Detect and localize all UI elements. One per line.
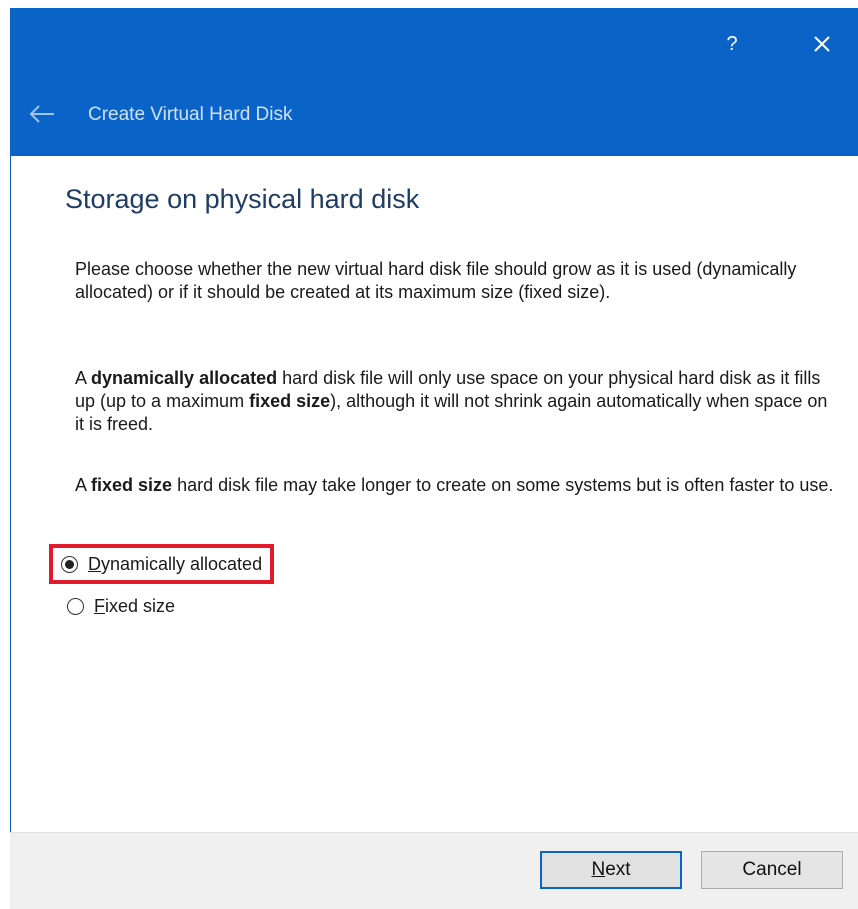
- next-label-rest: ext: [605, 859, 631, 880]
- title-bar: ? Create Virtual Hard Disk: [10, 8, 858, 156]
- radio-dot: [65, 559, 74, 569]
- description-paragraph-2: A dynamically allocated hard disk file w…: [75, 367, 835, 436]
- radio-label-fixed: Fixed size: [94, 596, 175, 617]
- cancel-button[interactable]: Cancel: [701, 851, 843, 889]
- radio-button-checked[interactable]: [61, 555, 78, 573]
- radio-label-dynamic: Dynamically allocated: [88, 554, 262, 575]
- para3-post: hard disk file may take longer to create…: [172, 475, 834, 495]
- dialog-window: ? Create Virtual Hard Disk Storage on ph…: [0, 0, 858, 909]
- wizard-title: Create Virtual Hard Disk: [88, 104, 293, 125]
- label-rest-dynamic: ynamically allocated: [101, 553, 263, 574]
- next-button[interactable]: Next: [540, 851, 682, 889]
- close-icon: [814, 36, 830, 52]
- para2-bold-fixed: fixed size: [249, 391, 331, 411]
- help-label: ?: [726, 32, 738, 55]
- button-bar: Next Cancel: [10, 832, 858, 909]
- radio-button-unchecked[interactable]: [67, 597, 84, 615]
- mnemonic-d: D: [88, 553, 101, 574]
- label-rest-fixed: ixed size: [105, 595, 176, 616]
- description-paragraph-3: A fixed size hard disk file may take lon…: [75, 474, 835, 497]
- para2-pre: A: [75, 368, 92, 388]
- para3-bold-fixed: fixed size: [91, 475, 173, 495]
- mnemonic-f: F: [94, 595, 105, 616]
- radio-dynamically-allocated[interactable]: Dynamically allocated: [49, 544, 275, 584]
- page-title: Storage on physical hard disk: [65, 184, 420, 214]
- radio-fixed-size[interactable]: Fixed size: [67, 591, 175, 621]
- close-button[interactable]: [800, 22, 844, 66]
- help-button[interactable]: ?: [710, 22, 754, 66]
- para3-pre: A: [75, 475, 92, 495]
- back-arrow-icon[interactable]: [28, 104, 56, 124]
- description-paragraph-1: Please choose whether the new virtual ha…: [75, 259, 797, 302]
- mnemonic-n: N: [591, 859, 606, 880]
- wizard-page: Storage on physical hard disk Please cho…: [10, 156, 858, 832]
- para2-bold-dynamic: dynamically allocated: [91, 368, 278, 388]
